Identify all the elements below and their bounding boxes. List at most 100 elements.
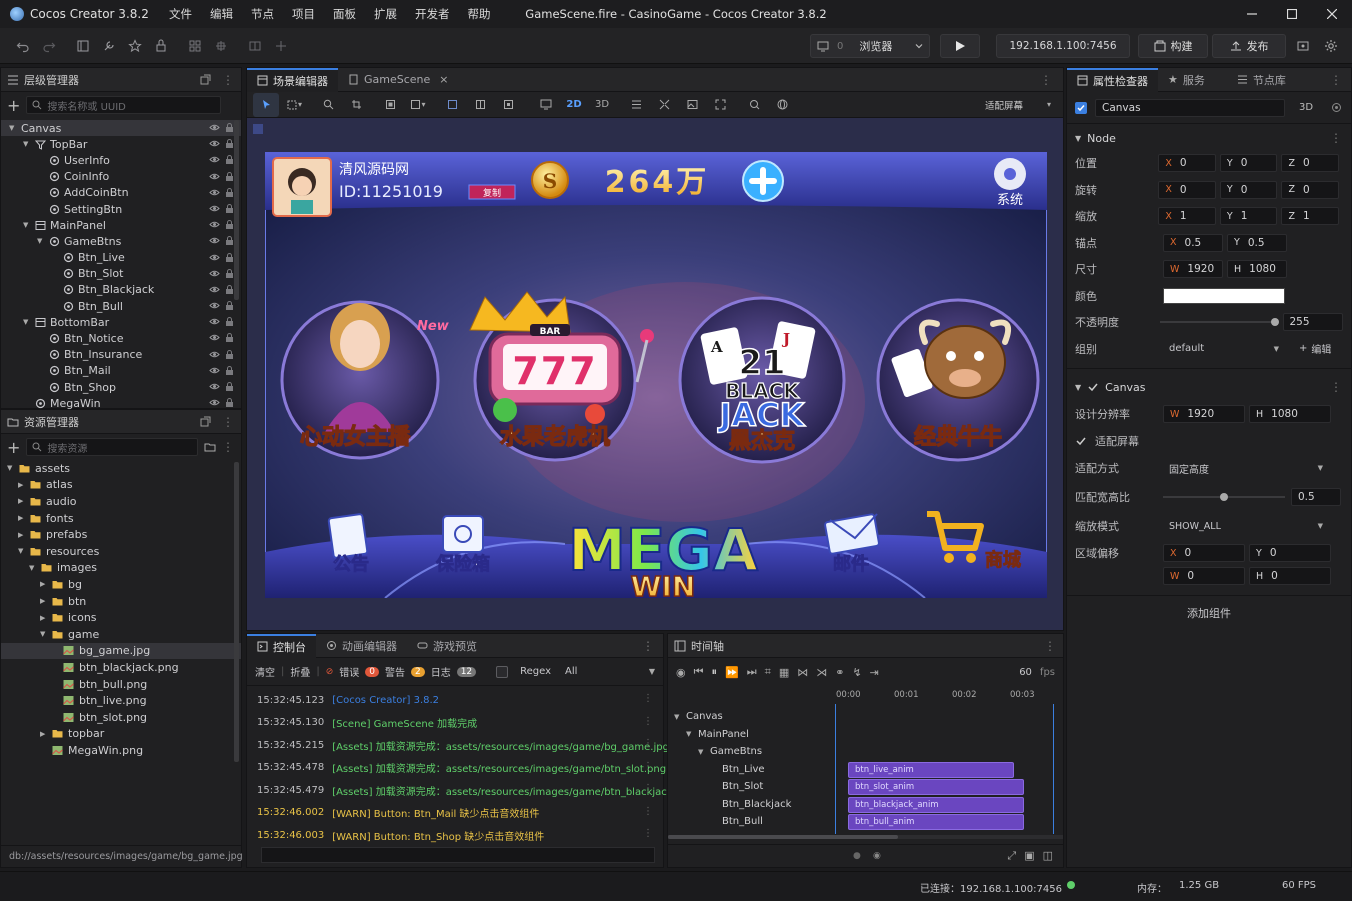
fit-screen-checkbox[interactable] bbox=[1075, 435, 1087, 447]
asset-file[interactable]: btn_slot.png bbox=[1, 709, 241, 726]
scale-mode-select[interactable]: SHOW_ALL ▼ bbox=[1163, 521, 1329, 532]
menu-item-4[interactable]: 面板 bbox=[324, 6, 365, 22]
asset-file[interactable]: btn_live.png bbox=[1, 692, 241, 709]
rect-tool-button[interactable] bbox=[377, 93, 403, 117]
hierarchy-node[interactable]: CoinInfo bbox=[1, 169, 241, 185]
vector-field-w[interactable]: W 1920 bbox=[1163, 260, 1223, 279]
lock-icon[interactable] bbox=[224, 349, 235, 360]
game-bull[interactable]: 经典牛牛 bbox=[876, 298, 1040, 462]
tab-animation[interactable]: 动画编辑器 bbox=[316, 634, 407, 658]
group-select[interactable]: default ▼ bbox=[1163, 343, 1285, 354]
eye-icon[interactable] bbox=[209, 171, 220, 182]
build-button[interactable]: 构建 bbox=[1138, 34, 1208, 58]
more-icon[interactable]: ⋮ bbox=[222, 440, 235, 454]
eye-icon[interactable] bbox=[209, 268, 220, 279]
tab-console[interactable]: 控制台 bbox=[247, 633, 316, 658]
grid-button[interactable] bbox=[182, 34, 208, 58]
fold-button[interactable]: 折叠 bbox=[290, 664, 310, 679]
warn-filter[interactable]: 警告 bbox=[385, 664, 405, 679]
fit-screen-select[interactable]: 适配屏幕 bbox=[985, 98, 1023, 112]
settings-button[interactable] bbox=[1318, 34, 1344, 58]
eye-icon[interactable] bbox=[209, 138, 220, 149]
asset-file[interactable]: btn_blackjack.png bbox=[1, 659, 241, 676]
list-view-button[interactable] bbox=[623, 93, 649, 117]
more-icon[interactable]: ⋮ bbox=[643, 761, 653, 772]
log-line[interactable]: 15:32:45.123 [Cocos Creator] 3.8.2 ⋮ bbox=[247, 689, 663, 712]
end-icon[interactable]: ⇥ bbox=[870, 666, 879, 679]
popout-icon[interactable] bbox=[200, 416, 211, 427]
canvas-section-header[interactable]: ▼ Canvas ⋮ bbox=[1067, 375, 1351, 399]
canvas-enabled-checkbox[interactable] bbox=[1087, 381, 1099, 393]
curve-icon[interactable]: ↯ bbox=[852, 666, 861, 679]
eye-icon[interactable] bbox=[209, 349, 220, 360]
log-line[interactable]: 15:32:45.130 [Scene] GameScene 加载完成 ⋮ bbox=[247, 712, 663, 735]
slider-thumb[interactable] bbox=[1270, 318, 1279, 327]
hierarchy-node[interactable]: ▼ Canvas bbox=[1, 120, 241, 137]
vector-field-x[interactable]: X0 bbox=[1163, 544, 1245, 562]
split-view-button[interactable] bbox=[651, 93, 677, 117]
shrink-icon[interactable]: ⋈ bbox=[797, 666, 808, 679]
more-icon[interactable]: ⋮ bbox=[222, 73, 235, 87]
lock-icon[interactable] bbox=[224, 300, 235, 311]
close-button[interactable] bbox=[1312, 0, 1352, 28]
log-line[interactable]: 15:32:45.215 [Assets] 加载资源完成：assets/resou… bbox=[247, 734, 669, 757]
more-icon[interactable]: ⋮ bbox=[1330, 73, 1343, 87]
hierarchy-node[interactable]: UserInfo bbox=[1, 152, 241, 168]
maximize-button[interactable] bbox=[1272, 0, 1312, 28]
animation-clip[interactable]: btn_bull_anim bbox=[848, 814, 1024, 830]
add-component-button[interactable]: 添加组件 bbox=[1067, 596, 1351, 630]
vector-field-w[interactable]: W0 bbox=[1163, 567, 1245, 585]
hierarchy-node[interactable]: Btn_Live bbox=[1, 250, 241, 266]
hierarchy-scrollbar[interactable] bbox=[234, 120, 239, 300]
menu-item-6[interactable]: 开发者 bbox=[406, 6, 459, 22]
fit-icon[interactable]: ⤢ bbox=[1007, 849, 1016, 863]
lock-icon[interactable] bbox=[224, 365, 235, 376]
asset-folder[interactable]: ▶ audio bbox=[1, 493, 241, 510]
timeline-track[interactable]: ▼ GameBtns bbox=[668, 743, 1065, 761]
image-view-button[interactable] bbox=[679, 93, 705, 117]
timeline-track[interactable]: Btn_Blackjack btn_blackjack_anim bbox=[668, 796, 1065, 814]
vector-field-y[interactable]: Y0 bbox=[1219, 154, 1278, 173]
chevron-down-icon[interactable]: ▾ bbox=[1047, 100, 1051, 109]
asset-folder[interactable]: ▶ prefabs bbox=[1, 526, 241, 543]
hierarchy-node[interactable]: Btn_Notice bbox=[1, 330, 241, 346]
tab-inspector[interactable]: 属性检查器 bbox=[1067, 67, 1158, 92]
tab-close-icon[interactable]: × bbox=[439, 73, 448, 86]
hierarchy-node[interactable]: ▼ GameBtns bbox=[1, 233, 241, 249]
pause-icon[interactable]: ⏸ bbox=[712, 665, 718, 679]
snap-button[interactable] bbox=[208, 34, 234, 58]
fit-mode-select[interactable]: 固定高度 ▼ bbox=[1163, 461, 1329, 476]
lock-icon[interactable] bbox=[224, 332, 235, 343]
play-button[interactable] bbox=[940, 34, 980, 58]
align-left-button[interactable] bbox=[439, 93, 465, 117]
last-keyframe-icon[interactable]: ⏭ bbox=[747, 665, 757, 679]
more-icon[interactable]: ⋮ bbox=[643, 783, 653, 794]
more-icon[interactable]: ⋮ bbox=[643, 716, 653, 727]
more-icon[interactable]: ⋮ bbox=[1040, 73, 1053, 87]
extension-button[interactable] bbox=[148, 34, 174, 58]
add-asset-icon[interactable]: + bbox=[7, 438, 20, 457]
menu-item-7[interactable]: 帮助 bbox=[459, 6, 500, 22]
game-blackjack[interactable]: A J 21 BLACK JACK 黑杰克 bbox=[678, 296, 846, 464]
asset-folder[interactable]: ▼ resources bbox=[1, 543, 241, 560]
select-tool-button[interactable] bbox=[253, 92, 279, 117]
expand-arrow-icon[interactable]: ▶ bbox=[18, 481, 30, 489]
expand-arrow-icon[interactable]: ▼ bbox=[698, 748, 710, 756]
slider-thumb[interactable] bbox=[1220, 493, 1228, 501]
publish-button[interactable]: 发布 bbox=[1212, 34, 1286, 58]
asset-folder[interactable]: ▶ fonts bbox=[1, 510, 241, 527]
mode-2d-button[interactable]: 2D bbox=[561, 93, 587, 117]
tab-node-library[interactable]: 节点库 bbox=[1227, 68, 1296, 92]
hierarchy-node[interactable]: Btn_Bull bbox=[1, 298, 241, 314]
menu-item-3[interactable]: 项目 bbox=[283, 6, 324, 22]
vector-field-y[interactable]: Y0 bbox=[1219, 180, 1278, 199]
expand-arrow-icon[interactable]: ▶ bbox=[18, 514, 30, 522]
vector-field-x[interactable]: X0 bbox=[1158, 154, 1216, 173]
game-canvas[interactable]: 清风源码网 ID:11251019 复制 S 264万 系统 New 心动女主播 bbox=[265, 152, 1047, 598]
prev-keyframe-icon[interactable]: ⏮ bbox=[694, 665, 704, 679]
asset-folder[interactable]: ▶ topbar bbox=[1, 726, 241, 743]
log-line[interactable]: 15:32:45.479 [Assets] 加载资源完成：assets/resou… bbox=[247, 779, 695, 802]
align-dropdown-button[interactable]: ▾ bbox=[405, 93, 431, 117]
eye-icon[interactable] bbox=[209, 397, 220, 408]
menu-item-0[interactable]: 文件 bbox=[160, 6, 201, 22]
